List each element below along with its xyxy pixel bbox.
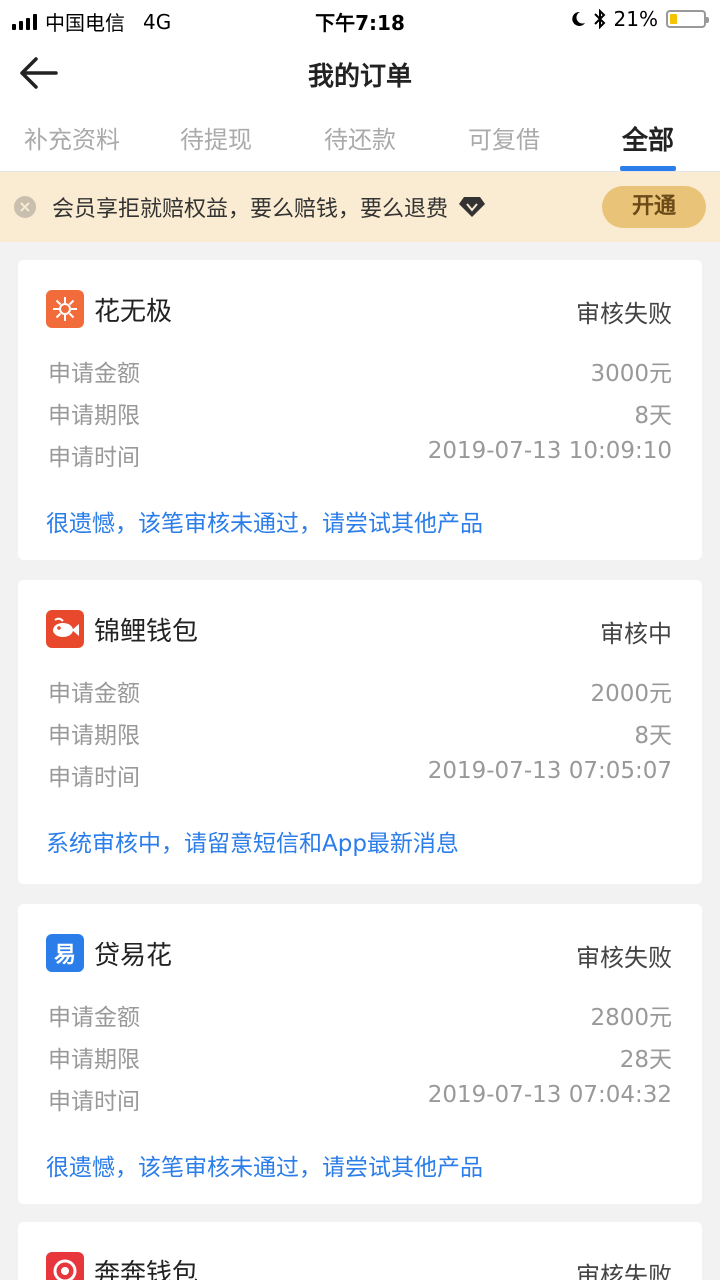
product-name: 花无极 (94, 296, 173, 327)
order-card[interactable]: 锦鲤钱包 审核中 申请金额 2000元 申请期限 8天 申请时间 2019-07-13… (18, 580, 702, 884)
order-tabs: 补充资料 待提现 待还款 可复借 全部 (0, 106, 720, 172)
product-name: 贷易花 (94, 940, 173, 971)
order-card[interactable]: 易 贷易花 审核失败 申请金额 2800元 申请期限 28天 申请时间 2019-07… (18, 904, 702, 1204)
order-card[interactable]: 花无极 审核失败 申请金额 3000元 申请期限 8天 申请时间 2019-07-13… (18, 260, 702, 560)
amount-value: 2000元 (590, 681, 672, 707)
product-name: 奔奔钱包 (94, 1258, 199, 1280)
tab-reborrow[interactable]: 可复借 (432, 106, 576, 171)
moon-icon (571, 11, 585, 26)
tab-all[interactable]: 全部 (576, 106, 720, 171)
status-message: 很遗憾，该笔审核未通过，请尝试其他产品 (46, 1155, 483, 1181)
time-value: 2019-07-13 07:05:07 (427, 758, 672, 784)
page-title: 我的订单 (307, 62, 412, 92)
status-badge: 审核失败 (576, 300, 672, 328)
flower-logo-icon (46, 290, 84, 328)
term-label: 申请期限 (48, 723, 140, 749)
battery-icon (666, 10, 709, 28)
bluetooth-icon (593, 9, 605, 29)
status-message: 很遗憾，该笔审核未通过，请尝试其他产品 (46, 511, 483, 537)
term-value: 8天 (634, 723, 672, 749)
amount-value: 2800元 (590, 1005, 672, 1031)
term-value: 28天 (619, 1047, 672, 1073)
circle-logo-icon (46, 1252, 84, 1280)
product-name: 锦鲤钱包 (94, 616, 199, 647)
term-label: 申请期限 (48, 403, 140, 429)
nav-bar: 我的订单 (0, 40, 720, 106)
time-value: 2019-07-13 07:04:32 (427, 1082, 672, 1108)
amount-label: 申请金额 (48, 681, 140, 707)
member-banner: × 会员享拒就赔权益，要么赔钱，要么退费 开通 (0, 172, 720, 242)
status-badge: 审核中 (600, 620, 672, 648)
order-card[interactable]: 奔奔钱包 审核失败 (18, 1222, 702, 1280)
tab-pending-repay[interactable]: 待还款 (288, 106, 432, 171)
status-badge: 审核失败 (576, 944, 672, 972)
activate-button[interactable]: 开通 (602, 186, 706, 228)
tab-supplement[interactable]: 补充资料 (0, 106, 144, 171)
yi-logo-icon: 易 (46, 934, 84, 972)
battery-level (670, 14, 677, 24)
time-value: 2019-07-13 10:09:10 (427, 438, 672, 464)
diamond-icon (459, 197, 486, 217)
time-label: 申请时间 (48, 445, 140, 471)
close-icon[interactable]: × (14, 196, 36, 218)
amount-label: 申请金额 (48, 361, 140, 387)
koi-fish-logo-icon (46, 610, 84, 648)
term-label: 申请期限 (48, 1047, 140, 1073)
banner-text: 会员享拒就赔权益，要么赔钱，要么退费 (52, 197, 449, 222)
term-value: 8天 (634, 403, 672, 429)
battery-percent: 21% (613, 7, 658, 31)
time-label: 申请时间 (48, 1089, 140, 1115)
tab-pending-withdraw[interactable]: 待提现 (144, 106, 288, 171)
time-label: 申请时间 (48, 765, 140, 791)
status-bar: 中国电信 4G 下午7:18 21% (0, 0, 720, 40)
status-badge: 审核失败 (576, 1262, 672, 1280)
status-message: 系统审核中，请留意短信和App最新消息 (46, 831, 459, 857)
amount-label: 申请金额 (48, 1005, 140, 1031)
amount-value: 3000元 (590, 361, 672, 387)
